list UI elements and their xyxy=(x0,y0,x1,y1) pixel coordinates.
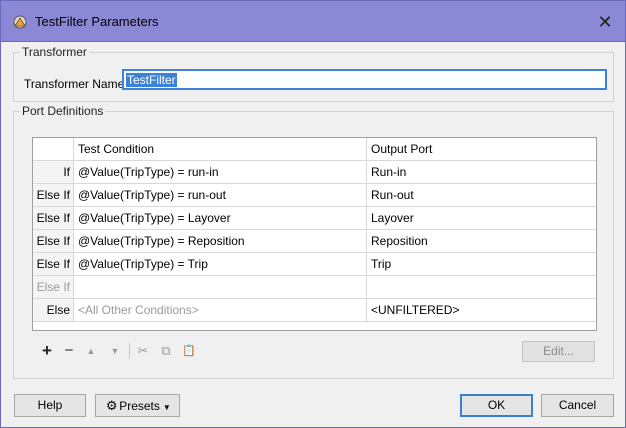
gear-icon: ⚙ xyxy=(105,398,118,413)
window-title: TestFilter Parameters xyxy=(35,14,159,29)
table-header: Test Condition Output Port xyxy=(33,138,596,161)
output-port-cell[interactable]: Layover xyxy=(368,207,596,229)
transformer-icon xyxy=(13,15,27,29)
table-row[interactable]: Else If @Value(TripType) = Trip Trip xyxy=(33,253,596,276)
paste-icon[interactable]: 📋 xyxy=(179,341,199,361)
table-row-empty[interactable]: Else If xyxy=(33,276,596,299)
row-prefix: Else If xyxy=(33,184,74,206)
table-row[interactable]: Else If @Value(TripType) = Reposition Re… xyxy=(33,230,596,253)
add-icon[interactable]: + xyxy=(37,341,57,361)
ok-button[interactable]: OK xyxy=(460,394,533,417)
output-port-cell[interactable]: Trip xyxy=(368,253,596,275)
row-prefix: If xyxy=(33,161,74,183)
remove-icon[interactable]: − xyxy=(59,341,79,361)
port-definitions-group: Port Definitions Test Condition Output P… xyxy=(13,104,614,379)
close-icon: ✕ xyxy=(597,12,613,32)
transformer-name-input[interactable]: TestFilter xyxy=(122,69,607,90)
output-port-cell[interactable]: Run-out xyxy=(368,184,596,206)
table-row[interactable]: Else If @Value(TripType) = Layover Layov… xyxy=(33,207,596,230)
condition-cell[interactable]: @Value(TripType) = Trip xyxy=(75,253,367,275)
cancel-button[interactable]: Cancel xyxy=(541,394,614,417)
condition-cell[interactable]: @Value(TripType) = run-in xyxy=(75,161,367,183)
close-button[interactable]: ✕ xyxy=(593,11,617,33)
header-output-port: Output Port xyxy=(371,142,433,156)
title-bar: TestFilter Parameters ✕ xyxy=(0,0,626,42)
edit-button[interactable]: Edit... xyxy=(522,341,595,362)
dialog-body: Transformer Transformer Name: TestFilter… xyxy=(0,42,626,428)
transformer-name-value: TestFilter xyxy=(126,73,177,87)
help-button[interactable]: Help xyxy=(14,394,86,417)
presets-label: Presets xyxy=(119,399,160,413)
output-port-cell[interactable] xyxy=(368,276,596,298)
row-prefix: Else xyxy=(33,299,74,321)
row-prefix: Else If xyxy=(33,230,74,252)
row-prefix: Else If xyxy=(33,276,74,298)
condition-cell: <All Other Conditions> xyxy=(75,299,367,321)
header-test-condition: Test Condition xyxy=(75,138,367,160)
condition-cell[interactable]: @Value(TripType) = run-out xyxy=(75,184,367,206)
table-row[interactable]: If @Value(TripType) = run-in Run-in xyxy=(33,161,596,184)
output-port-cell[interactable]: Reposition xyxy=(368,230,596,252)
move-up-icon[interactable]: ▲ xyxy=(81,341,101,361)
presets-button[interactable]: ⚙ Presets ▼ xyxy=(95,394,180,417)
table-row-else[interactable]: Else <All Other Conditions> <UNFILTERED> xyxy=(33,299,596,322)
port-definitions-table: Test Condition Output Port If @Value(Tri… xyxy=(32,137,597,331)
condition-cell[interactable] xyxy=(75,276,367,298)
chevron-down-icon: ▼ xyxy=(162,403,171,412)
cut-icon[interactable]: ✂ xyxy=(133,341,153,361)
output-port-cell[interactable]: <UNFILTERED> xyxy=(368,299,596,321)
row-prefix: Else If xyxy=(33,207,74,229)
toolbar-separator xyxy=(129,343,130,359)
transformer-group: Transformer Transformer Name: TestFilter xyxy=(13,45,614,102)
transformer-group-title: Transformer xyxy=(20,45,89,59)
copy-icon[interactable]: ⧉ xyxy=(156,341,176,361)
condition-cell[interactable]: @Value(TripType) = Reposition xyxy=(75,230,367,252)
table-row[interactable]: Else If @Value(TripType) = run-out Run-o… xyxy=(33,184,596,207)
port-definitions-title: Port Definitions xyxy=(20,104,106,118)
transformer-name-label: Transformer Name: xyxy=(24,77,128,91)
condition-cell[interactable]: @Value(TripType) = Layover xyxy=(75,207,367,229)
header-prefix xyxy=(33,138,74,160)
output-port-cell[interactable]: Run-in xyxy=(368,161,596,183)
row-prefix: Else If xyxy=(33,253,74,275)
move-down-icon[interactable]: ▼ xyxy=(105,341,125,361)
